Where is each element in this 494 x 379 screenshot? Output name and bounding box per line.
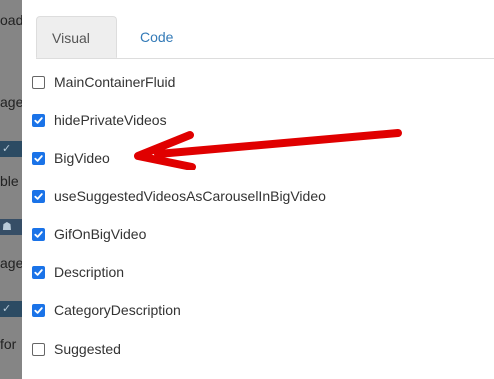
option-label: MainContainerFluid (54, 74, 176, 90)
option-row[interactable]: CategoryDescription (32, 300, 181, 320)
option-row[interactable]: MainContainerFluid (32, 72, 175, 92)
background-text: age (0, 94, 22, 110)
checkmark-icon (34, 306, 43, 314)
option-row[interactable]: GifOnBigVideo (32, 224, 146, 244)
checkbox-unchecked[interactable] (32, 342, 45, 356)
background-badge: ✓ (0, 301, 22, 317)
checkbox-checked[interactable] (32, 113, 45, 127)
option-row[interactable]: Description (32, 262, 124, 282)
background-text: ble (0, 173, 19, 189)
tab-visual[interactable]: Visual (36, 16, 117, 58)
checkbox-checked[interactable] (32, 151, 45, 165)
tab-bar: Visual Code (36, 16, 494, 59)
option-row[interactable]: BigVideo (32, 148, 110, 168)
checkmark-icon (34, 268, 43, 276)
option-label: BigVideo (54, 150, 110, 166)
options-modal: Visual Code MainContainerFluid hidePrivat… (22, 0, 494, 379)
option-label: CategoryDescription (54, 302, 181, 318)
background-page: oad age ✓ ble ☗ age ✓ for (0, 0, 22, 379)
checkbox-checked[interactable] (32, 227, 45, 241)
checkbox-checked[interactable] (32, 189, 45, 203)
option-label: GifOnBigVideo (54, 226, 147, 242)
background-badge: ✓ (0, 141, 22, 157)
background-text: oad (0, 12, 22, 28)
checkmark-icon (34, 116, 43, 124)
background-badge: ☗ (0, 219, 22, 235)
option-label: Suggested (54, 341, 121, 357)
checkmark-icon (34, 230, 43, 238)
checkmark-icon (34, 192, 43, 200)
option-row[interactable]: useSuggestedVideosAsCarouselInBigVideo (32, 186, 326, 206)
option-row[interactable]: Suggested (32, 339, 121, 359)
red-arrow-annotation (134, 129, 402, 170)
checkmark-icon (34, 154, 43, 162)
option-label: useSuggestedVideosAsCarouselInBigVideo (54, 188, 326, 204)
checkbox-checked[interactable] (32, 303, 45, 317)
checkbox-checked[interactable] (32, 265, 45, 279)
background-text: age (0, 255, 22, 271)
checkbox-unchecked[interactable] (32, 75, 45, 89)
tab-code[interactable]: Code (125, 16, 188, 58)
option-label: Description (54, 264, 125, 280)
background-text: for (0, 336, 17, 352)
